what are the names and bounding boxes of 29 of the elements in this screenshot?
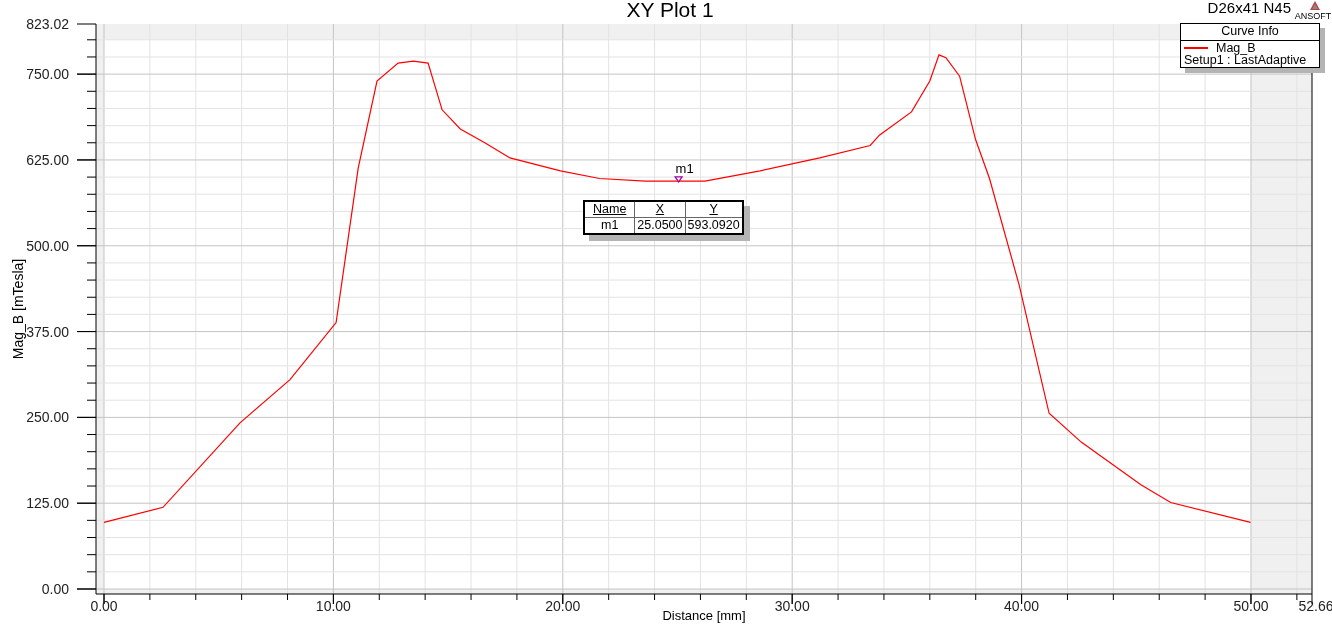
logo-icon xyxy=(1310,1,1320,10)
chart-title: XY Plot 1 xyxy=(626,0,714,21)
tick-label: 50.00 xyxy=(1233,598,1269,614)
legend-entry-source: Setup1 : LastAdaptive xyxy=(1184,54,1308,66)
tick-label: 52.66 xyxy=(1298,598,1332,614)
tick-label: 250.00 xyxy=(26,409,69,426)
tick-label: 10.00 xyxy=(315,598,351,614)
marker-label: m1 xyxy=(675,160,694,176)
tick-label: 750.00 xyxy=(26,66,69,83)
y-axis-title: Mag_B [mTesla] xyxy=(10,258,26,360)
legend-entry-name: Mag_B xyxy=(1216,41,1257,54)
table-header: X xyxy=(634,201,686,218)
tick-label: 20.00 xyxy=(545,598,581,614)
x-axis-title: Distance [mm] xyxy=(662,608,746,623)
logo-text: ANSOFT xyxy=(1294,11,1332,21)
tick-label: 40.00 xyxy=(1004,598,1040,614)
tick-label: 625.00 xyxy=(26,151,69,168)
chart-subtitle: D26x41 N45 xyxy=(1207,0,1291,16)
tick-label: 375.00 xyxy=(26,323,69,340)
tick-label: 125.00 xyxy=(26,495,69,512)
tick-label: 823.02 xyxy=(26,16,69,32)
tick-label: 500.00 xyxy=(26,237,69,254)
table-header: Name xyxy=(584,201,635,218)
tick-label: 0.00 xyxy=(41,581,69,597)
table-header: Y xyxy=(685,201,743,218)
legend-title: Curve Info xyxy=(1181,24,1319,41)
tick-label: 0.00 xyxy=(90,598,118,614)
tick-label: 30.00 xyxy=(774,598,810,614)
marker-icon xyxy=(674,176,684,183)
